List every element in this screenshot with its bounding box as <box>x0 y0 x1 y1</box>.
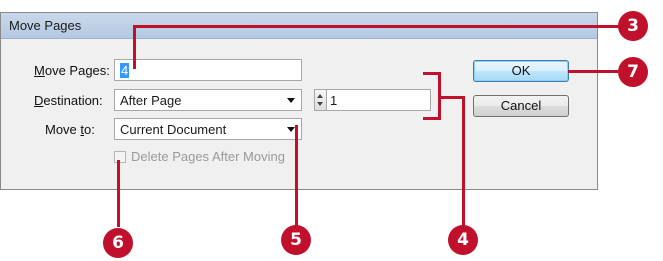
callout-6: 6 <box>103 228 133 258</box>
callout-line-4-vertical <box>462 96 465 226</box>
callout-5: 5 <box>281 225 311 255</box>
move-pages-input[interactable]: 4 <box>114 59 302 81</box>
callout-line-3-vertical <box>133 25 136 69</box>
callout-line-7 <box>568 70 618 73</box>
delete-pages-checkbox[interactable] <box>114 151 126 163</box>
move-pages-label: Move Pages: <box>34 63 110 78</box>
callout-3: 3 <box>618 11 648 41</box>
arrow-up-icon[interactable] <box>317 94 323 98</box>
cancel-button[interactable]: Cancel <box>473 95 569 117</box>
callout-line-3 <box>133 25 619 28</box>
callout-line-5 <box>295 125 298 227</box>
arrow-down-icon[interactable] <box>317 102 323 106</box>
page-number-input[interactable]: 1 <box>326 89 431 111</box>
move-pages-dialog: Move Pages Move Pages: 4 Destination: Af… <box>0 12 598 190</box>
ok-button[interactable]: OK <box>473 60 569 82</box>
delete-pages-label: Delete Pages After Moving <box>131 149 285 164</box>
callout-line-6 <box>117 160 120 227</box>
move-to-value: Current Document <box>120 122 227 137</box>
destination-dropdown[interactable]: After Page <box>114 89 302 111</box>
move-pages-value: 4 <box>120 63 130 78</box>
chevron-down-icon <box>287 127 295 132</box>
callout-4: 4 <box>448 225 478 255</box>
move-to-label: Move to: <box>45 122 95 137</box>
dialog-title: Move Pages <box>9 18 82 33</box>
destination-value: After Page <box>120 93 182 108</box>
move-to-dropdown[interactable]: Current Document <box>114 118 302 140</box>
page-number-value: 1 <box>330 93 338 108</box>
destination-label: Destination: <box>34 93 103 108</box>
callout-7: 7 <box>618 57 648 87</box>
chevron-down-icon <box>287 98 295 103</box>
callout-bracket-4 <box>423 72 441 120</box>
